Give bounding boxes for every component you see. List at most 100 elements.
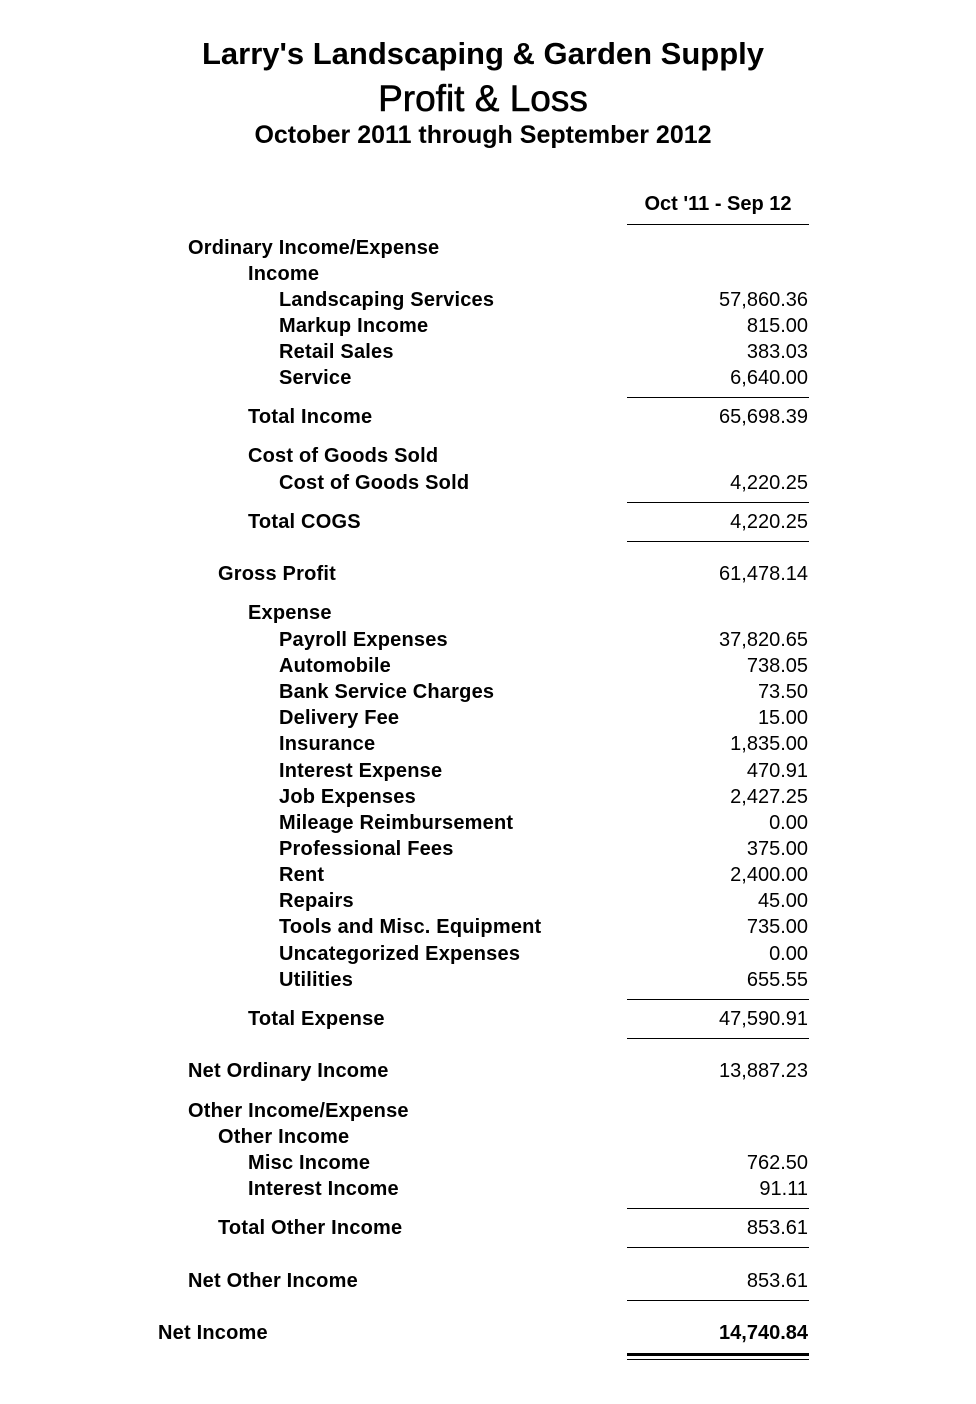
row-amount: 91.11: [759, 1178, 808, 1200]
section-other-income: Other Income: [0, 1126, 976, 1152]
row-label: Net Other Income: [188, 1270, 358, 1292]
row-label: Ordinary Income/Expense: [188, 237, 440, 259]
row-net-income: Net Income 14,740.84: [0, 1322, 976, 1348]
row-amount: 73.50: [757, 681, 808, 703]
row-label: Total Other Income: [218, 1217, 403, 1239]
row-label: Service: [279, 367, 352, 389]
row-net-other-income: Net Other Income 853.61: [0, 1270, 976, 1296]
row-label: Landscaping Services: [279, 289, 495, 311]
row-markup-income: Markup Income 815.00: [0, 315, 976, 341]
row-utilities: Utilities 655.55: [0, 969, 976, 995]
row-rent: Rent 2,400.00: [0, 864, 976, 890]
row-label: Total Expense: [248, 1008, 385, 1030]
row-amount: 0.00: [769, 812, 808, 834]
row-label: Rent: [279, 864, 325, 886]
row-total-other-income: Total Other Income 853.61: [0, 1217, 976, 1243]
row-label: Total COGS: [248, 511, 361, 533]
subtotal-rule: [627, 1247, 809, 1248]
row-amount: 4,220.25: [730, 511, 808, 533]
row-label: Payroll Expenses: [279, 629, 448, 651]
row-label: Expense: [248, 602, 332, 624]
section-other-income-expense: Other Income/Expense: [0, 1100, 976, 1126]
row-amount: 375.00: [746, 838, 808, 860]
subtotal-rule: [627, 397, 809, 398]
row-net-ordinary-income: Net Ordinary Income 13,887.23: [0, 1060, 976, 1086]
row-amount: 738.05: [746, 655, 808, 677]
row-amount: 853.61: [746, 1270, 808, 1292]
row-amount: 4,220.25: [730, 472, 808, 494]
row-retail-sales: Retail Sales 383.03: [0, 341, 976, 367]
subtotal-rule: [627, 1038, 809, 1039]
row-amount: 1,835.00: [730, 733, 808, 755]
company-name: Larry's Landscaping & Garden Supply: [201, 36, 765, 71]
row-repairs: Repairs 45.00: [0, 890, 976, 916]
row-amount: 57,860.36: [719, 289, 808, 311]
row-label: Repairs: [279, 890, 354, 912]
row-label: Income: [248, 263, 320, 285]
section-ordinary-income-expense: Ordinary Income/Expense: [0, 237, 976, 263]
row-automobile: Automobile 738.05: [0, 655, 976, 681]
row-service: Service 6,640.00: [0, 367, 976, 393]
row-amount: 655.55: [746, 969, 808, 991]
row-amount: 383.03: [746, 341, 808, 363]
row-amount: 815.00: [746, 315, 808, 337]
report-period: October 2011 through September 2012: [254, 121, 712, 149]
row-label: Markup Income: [279, 315, 429, 337]
subtotal-rule: [627, 1208, 809, 1209]
row-label: Net Ordinary Income: [188, 1060, 389, 1082]
row-label: Cost of Goods Sold: [248, 445, 439, 467]
row-label: Interest Expense: [279, 760, 443, 782]
section-expense: Expense: [0, 602, 976, 628]
row-amount: 37,820.65: [719, 629, 808, 651]
row-label: Professional Fees: [279, 838, 454, 860]
subtotal-rule: [627, 541, 809, 542]
row-bank-service-charges: Bank Service Charges 73.50: [0, 681, 976, 707]
row-cogs: Cost of Goods Sold 4,220.25: [0, 472, 976, 498]
row-amount: 470.91: [746, 760, 808, 782]
row-amount: 13,887.23: [719, 1060, 808, 1082]
row-amount: 6,640.00: [730, 367, 808, 389]
double-underline-top: [627, 1353, 809, 1356]
row-total-cogs: Total COGS 4,220.25: [0, 511, 976, 537]
row-amount: 0.00: [769, 943, 808, 965]
row-interest-expense: Interest Expense 470.91: [0, 760, 976, 786]
row-delivery-fee: Delivery Fee 15.00: [0, 707, 976, 733]
column-header-underline: [627, 224, 809, 225]
row-total-income: Total Income 65,698.39: [0, 406, 976, 432]
row-label: Other Income: [218, 1126, 350, 1148]
row-label: Delivery Fee: [279, 707, 400, 729]
row-misc-income: Misc Income 762.50: [0, 1152, 976, 1178]
row-amount: 61,478.14: [719, 563, 808, 585]
row-label: Utilities: [279, 969, 354, 991]
row-label: Mileage Reimbursement: [279, 812, 514, 834]
section-income: Income: [0, 263, 976, 289]
row-professional-fees: Professional Fees 375.00: [0, 838, 976, 864]
row-payroll-expenses: Payroll Expenses 37,820.65: [0, 629, 976, 655]
row-label: Misc Income: [248, 1152, 371, 1174]
row-label: Bank Service Charges: [279, 681, 495, 703]
row-label: Net Income: [158, 1322, 268, 1344]
row-amount: 2,427.25: [730, 786, 808, 808]
row-label: Automobile: [279, 655, 391, 677]
row-amount: 762.50: [746, 1152, 808, 1174]
row-amount: 2,400.00: [730, 864, 808, 886]
row-label: Job Expenses: [279, 786, 416, 808]
row-label: Cost of Goods Sold: [279, 472, 470, 494]
row-amount: 15.00: [757, 707, 808, 729]
row-label: Tools and Misc. Equipment: [279, 916, 542, 938]
row-label: Interest Income: [248, 1178, 399, 1200]
column-header: Oct '11 - Sep 12: [644, 193, 792, 215]
row-label: Insurance: [279, 733, 376, 755]
row-landscaping-services: Landscaping Services 57,860.36: [0, 289, 976, 315]
subtotal-rule: [627, 999, 809, 1000]
row-interest-income: Interest Income 91.11: [0, 1178, 976, 1204]
row-amount: 14,740.84: [719, 1322, 808, 1344]
row-label: Retail Sales: [279, 341, 394, 363]
row-amount: 853.61: [746, 1217, 808, 1239]
row-mileage-reimbursement: Mileage Reimbursement 0.00: [0, 812, 976, 838]
row-job-expenses: Job Expenses 2,427.25: [0, 786, 976, 812]
double-underline-bottom: [627, 1359, 809, 1360]
row-amount: 47,590.91: [719, 1008, 808, 1030]
row-label: Gross Profit: [218, 563, 336, 585]
subtotal-rule: [627, 502, 809, 503]
